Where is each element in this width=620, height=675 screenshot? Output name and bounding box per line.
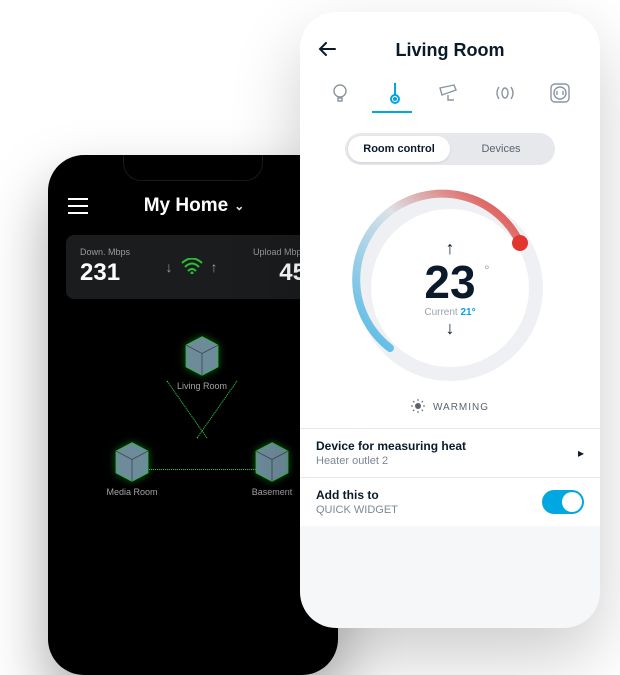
row-quick-widget: Add this to QUICK WIDGET [300, 477, 600, 526]
category-bar [300, 71, 600, 109]
settings-list: Device for measuring heat Heater outlet … [300, 428, 600, 526]
node-basement[interactable]: Basement [244, 441, 300, 497]
sensor-icon[interactable] [489, 77, 521, 109]
camera-icon[interactable] [434, 77, 466, 109]
node-label: Living Room [177, 381, 227, 391]
node-living-room[interactable]: Living Room [174, 335, 230, 391]
degree-symbol: ° [484, 263, 490, 277]
light-header: Living Room [300, 12, 600, 71]
topology-edge [146, 469, 256, 470]
row-label: Add this to [316, 488, 398, 502]
upload-col: Upload Mbps 45 [253, 247, 306, 287]
temp-down-button[interactable]: ↓ [446, 318, 455, 339]
chevron-right-icon: ▸ [578, 446, 584, 460]
quick-widget-toggle[interactable] [542, 490, 584, 514]
phone-dark-frame: My Home ⌄ Down. Mbps 231 ↓ ↑ Upload Mbps… [48, 155, 338, 675]
phone-light-frame: Living Room Room control Devices [300, 12, 600, 628]
current-temp: Current 21° [424, 307, 475, 318]
sun-icon [411, 399, 425, 416]
thermostat-dial[interactable]: ↑ 23° Current 21° ↓ [345, 183, 555, 393]
download-label: Down. Mbps [80, 247, 130, 257]
outlet-icon[interactable] [544, 77, 576, 109]
home-title: My Home [144, 195, 228, 217]
upload-label: Upload Mbps [253, 247, 306, 257]
light-bulb-icon[interactable] [324, 77, 356, 109]
row-sub: Heater outlet 2 [316, 455, 466, 467]
topology: Living Room Media Room Basement [48, 329, 338, 629]
node-media-room[interactable]: Media Room [104, 441, 160, 497]
current-value: 21° [461, 307, 476, 318]
node-label: Basement [252, 487, 293, 497]
network-card[interactable]: Down. Mbps 231 ↓ ↑ Upload Mbps 45 [66, 235, 320, 299]
notch [123, 155, 263, 181]
room-title: Living Room [396, 40, 505, 61]
menu-icon[interactable] [68, 198, 88, 214]
thermostat-panel: ↑ 23° Current 21° ↓ WARMING [300, 175, 600, 428]
status-text: WARMING [433, 402, 489, 413]
target-temp-value: 23 [424, 256, 475, 308]
upload-value: 45 [253, 259, 306, 287]
arrow-down-icon: ↓ [166, 259, 173, 275]
tab-room-control[interactable]: Room control [348, 136, 450, 162]
current-label: Current [424, 307, 457, 318]
tab-devices[interactable]: Devices [450, 136, 552, 162]
active-underline [372, 111, 412, 113]
status-row: WARMING [411, 399, 489, 416]
target-temp: 23° [424, 259, 475, 305]
dial-center: ↑ 23° Current 21° ↓ [373, 211, 527, 365]
arrow-up-icon: ↑ [211, 259, 218, 275]
thermometer-icon[interactable] [379, 77, 411, 109]
row-label: Device for measuring heat [316, 439, 466, 453]
download-col: Down. Mbps 231 [80, 247, 130, 287]
download-value: 231 [80, 259, 130, 287]
wifi-icon [181, 258, 203, 277]
chevron-down-icon: ⌄ [234, 199, 244, 213]
network-mid: ↓ ↑ [166, 258, 218, 277]
home-selector[interactable]: My Home ⌄ [144, 195, 245, 217]
node-label: Media Room [106, 487, 157, 497]
back-icon[interactable] [318, 42, 336, 61]
segment-control: Room control Devices [345, 133, 555, 165]
row-device[interactable]: Device for measuring heat Heater outlet … [300, 428, 600, 477]
row-sub: QUICK WIDGET [316, 504, 398, 516]
